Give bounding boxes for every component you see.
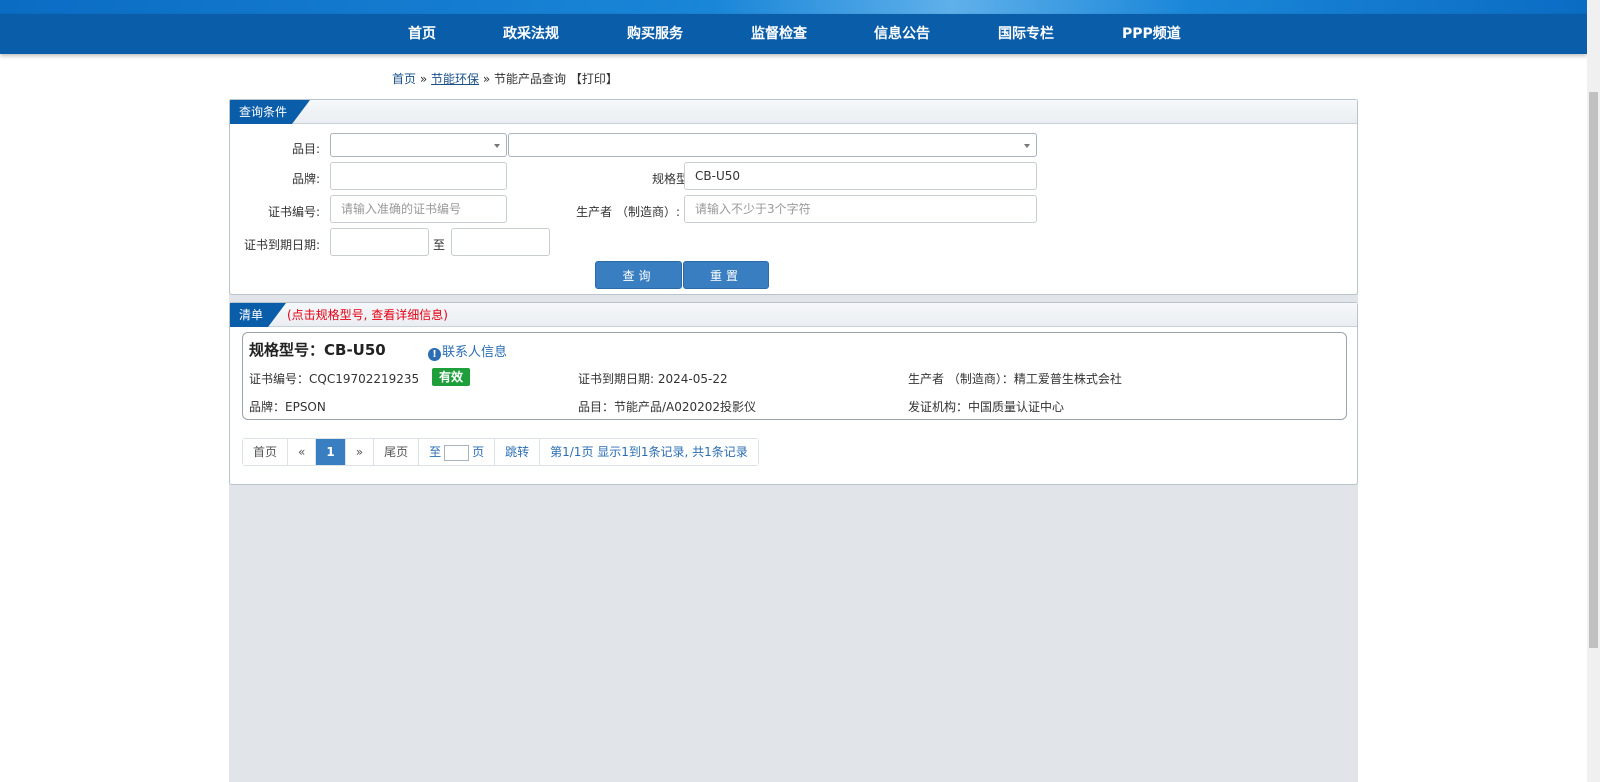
expiry-date-to-input[interactable]: [451, 228, 550, 256]
category-label: 品目:: [291, 142, 320, 156]
pager-prev[interactable]: «: [288, 439, 317, 465]
result-expiry-date: 证书到期日期: 2024-05-22: [578, 372, 728, 386]
category-select-secondary[interactable]: [508, 133, 1037, 157]
model-input[interactable]: [684, 162, 1037, 190]
query-panel-title: 查询条件: [230, 100, 310, 124]
nav-item-supervision[interactable]: 监督检查: [751, 14, 807, 54]
scrollbar-thumb[interactable]: [1589, 92, 1598, 648]
breadcrumb-current: 节能产品查询: [494, 72, 567, 86]
contact-info-label: 联系人信息: [442, 345, 508, 360]
results-panel: 清单 (点击规格型号, 查看详细信息) 规格型号：CB-U50 ! 联系人信息 证…: [229, 302, 1358, 485]
nav-item-regulations[interactable]: 政采法规: [503, 14, 559, 54]
vertical-scrollbar[interactable]: [1587, 0, 1600, 782]
results-hint: (点击规格型号, 查看详细信息): [287, 308, 448, 322]
results-panel-header: 清单 (点击规格型号, 查看详细信息): [230, 303, 1357, 327]
pagination: 首页 « 1 » 尾页 至页 跳转 第1/1页 显示1到1条记录, 共1条记录: [242, 438, 759, 466]
nav-item-ppp[interactable]: PPP频道: [1122, 14, 1181, 54]
contact-info-link[interactable]: ! 联系人信息: [428, 341, 507, 361]
nav-item-international[interactable]: 国际专栏: [998, 14, 1054, 54]
category-select-primary[interactable]: [330, 133, 507, 157]
expiry-date-from-input[interactable]: [330, 228, 429, 256]
result-category: 品目：节能产品/A020202投影仪: [578, 400, 757, 414]
header-banner: [0, 0, 1587, 14]
pager-goto-prefix: 至: [429, 445, 442, 459]
pager-summary: 第1/1页 显示1到1条记录, 共1条记录: [540, 439, 758, 465]
result-model-link[interactable]: 规格型号：CB-U50: [249, 339, 386, 360]
page: 首页 政采法规 购买服务 监督检查 信息公告 国际专栏 PPP频道 首页 » 节…: [0, 0, 1600, 782]
brand-input[interactable]: [330, 162, 507, 190]
breadcrumb-category[interactable]: 节能环保: [431, 72, 479, 86]
nav-item-services[interactable]: 购买服务: [627, 14, 683, 54]
result-cert-number: 证书编号：CQC19702219235: [249, 372, 420, 386]
query-panel: 查询条件 品目: 品牌: 规格型号: 证书编号: 生产者 （制造商）: 证书到期…: [229, 99, 1358, 295]
result-brand: 品牌：EPSON: [249, 400, 326, 414]
pager-jump-button[interactable]: 跳转: [495, 439, 541, 465]
result-card: 规格型号：CB-U50 ! 联系人信息 证书编号：CQC19702219235 有…: [242, 332, 1347, 420]
pager-goto: 至页: [419, 439, 496, 465]
breadcrumb-separator: »: [416, 72, 431, 86]
cert-number-input[interactable]: [330, 195, 507, 223]
breadcrumb-home[interactable]: 首页: [392, 72, 416, 86]
search-button[interactable]: 查询: [595, 261, 682, 289]
date-range-to-label: 至: [433, 238, 446, 252]
result-manufacturer: 生产者 （制造商）：精工爱普生株式会社: [908, 372, 1122, 386]
cert-number-label: 证书编号:: [267, 205, 320, 219]
main-nav: 首页 政采法规 购买服务 监督检查 信息公告 国际专栏 PPP频道: [0, 14, 1587, 54]
print-link[interactable]: 【打印】: [570, 72, 618, 86]
model-label: 规格型号:: [651, 172, 704, 186]
reset-button[interactable]: 重置: [683, 261, 769, 289]
info-icon: !: [428, 348, 441, 361]
brand-label: 品牌:: [291, 172, 320, 186]
pager-last[interactable]: 尾页: [374, 439, 420, 465]
pager-goto-suffix: 页: [472, 445, 485, 459]
chevron-down-icon: [1024, 144, 1030, 148]
pager-page-input[interactable]: [444, 444, 470, 461]
manufacturer-label: 生产者 （制造商）:: [576, 205, 680, 219]
pager-page-1[interactable]: 1: [316, 439, 346, 465]
pager-next[interactable]: »: [345, 439, 375, 465]
breadcrumb-separator: »: [479, 72, 494, 86]
manufacturer-input[interactable]: [684, 195, 1037, 223]
expiry-date-label: 证书到期日期:: [243, 238, 320, 252]
chevron-down-icon: [494, 144, 500, 148]
breadcrumb: 首页 » 节能环保 » 节能产品查询 【打印】: [392, 70, 618, 87]
nav-item-announcements[interactable]: 信息公告: [874, 14, 930, 54]
status-badge: 有效: [432, 368, 471, 386]
nav-item-home[interactable]: 首页: [408, 14, 436, 54]
result-issuer: 发证机构：中国质量认证中心: [908, 400, 1065, 414]
query-panel-header: 查询条件: [230, 100, 1357, 124]
pager-first[interactable]: 首页: [243, 439, 289, 465]
results-panel-title: 清单: [230, 303, 286, 327]
